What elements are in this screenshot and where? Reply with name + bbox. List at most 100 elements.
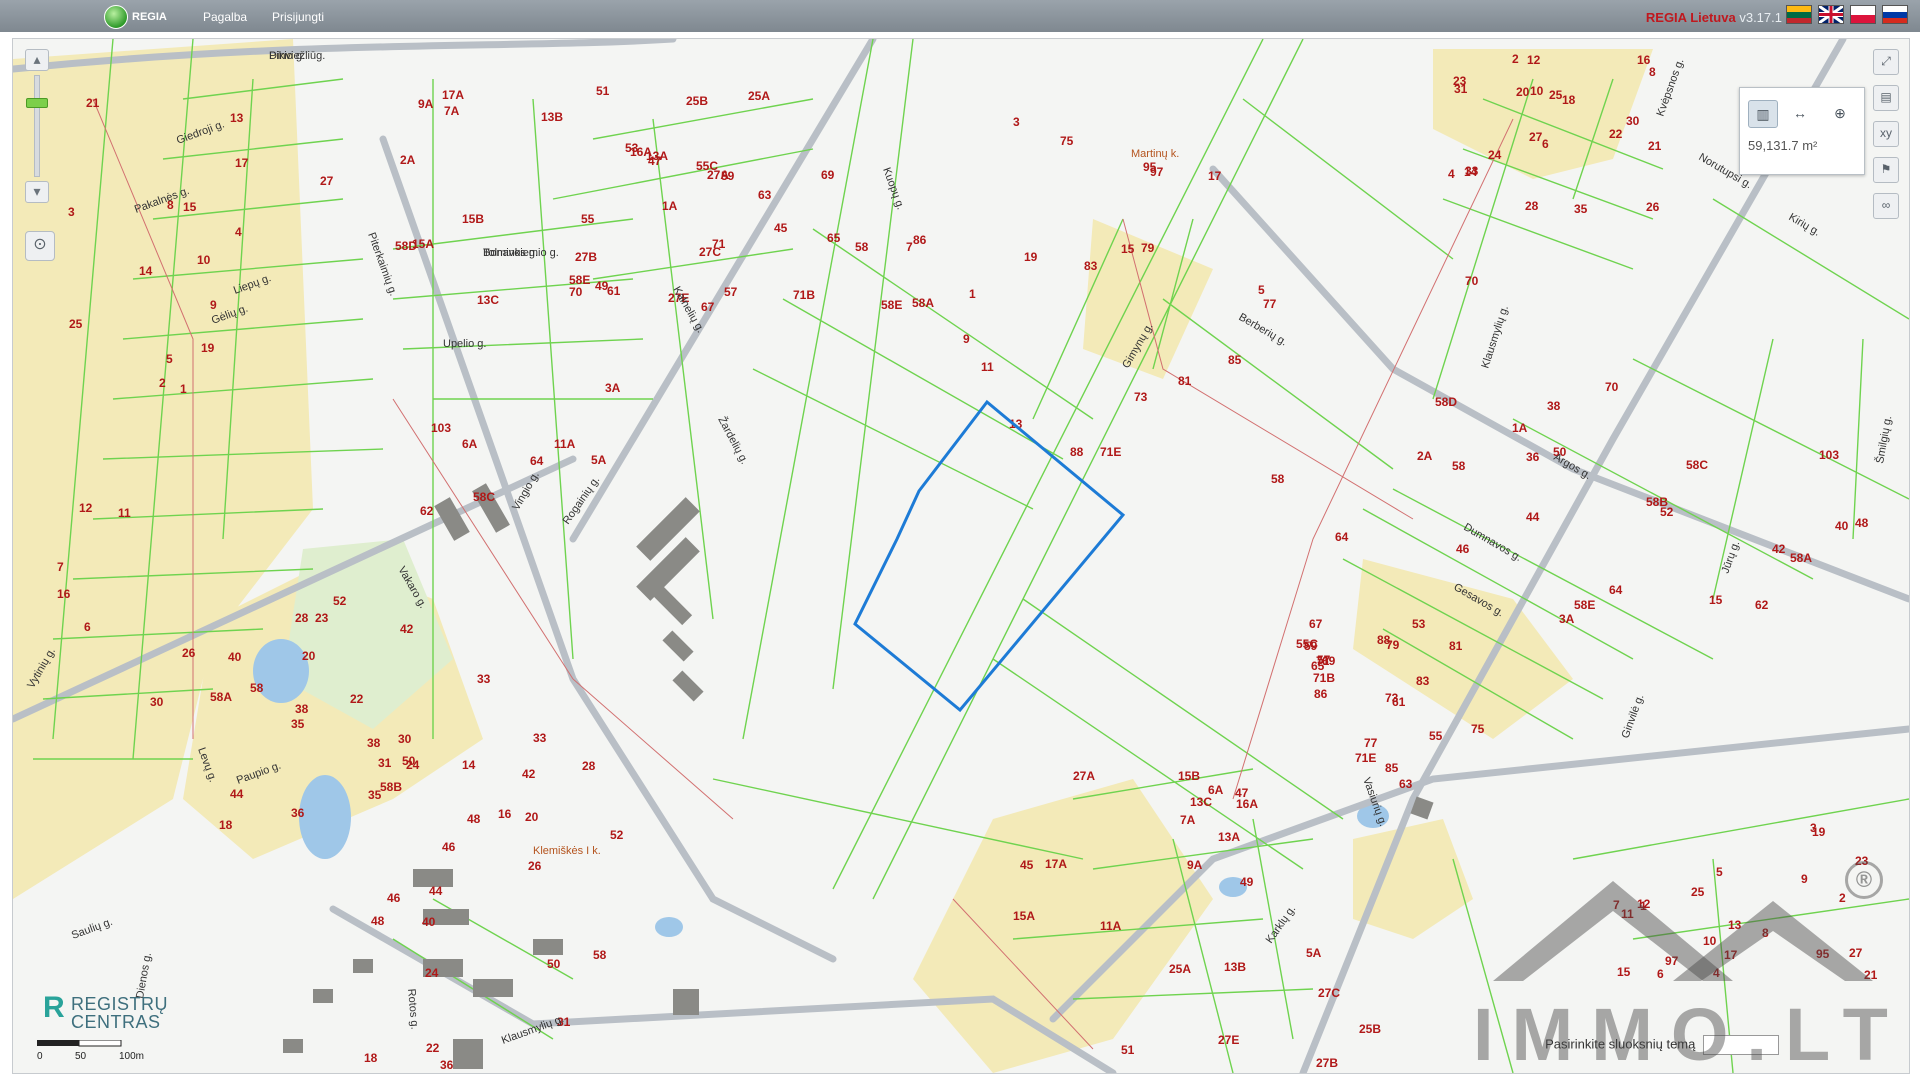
parcel-number: 20 [525,810,539,824]
parcel-number: 13 [230,111,244,125]
parcel-number: 77 [1263,297,1277,311]
zoom-in-button[interactable]: ▴ [25,49,49,71]
parcel-number: 81 [1449,639,1463,653]
street-label: Berberių g. [1237,311,1290,348]
distance-icon: ↔ [1793,105,1807,121]
parcel-number: 58A [210,690,232,704]
parcel-number: 3A [605,381,621,395]
parcel-number: 26 [182,646,196,660]
flag-button[interactable]: ⚑ [1873,157,1899,183]
street-label: Kvėpsnos g. [1655,57,1687,118]
flag-ru-icon[interactable] [1882,5,1908,24]
parcel-number: 85 [1385,761,1399,775]
zoom-slider-handle[interactable] [26,98,48,108]
parcel-number: 103 [431,421,451,435]
regia-logo[interactable]: REGIA [104,5,167,29]
area-icon: ▥ [1756,106,1770,122]
street-label: Argos g. [1552,451,1593,482]
zoom-slider[interactable] [26,75,48,177]
parcel-number: 31 [378,756,392,770]
parcel-number: 8 [1649,65,1656,79]
parcel-number: 35 [1574,202,1588,216]
parcel-number: 42 [400,622,414,636]
street-label: Šmilgių g. [1873,415,1894,465]
parcel-number: 28 [582,759,596,773]
map-canvas[interactable]: 1 3 5 7 9 11 13 15 17 19 21 23 25 27 2 4 6 8 10 12 14 16 18 20 2… [12,38,1910,1074]
parcel-number: 58 [593,948,607,962]
parcel-number: 30 [398,732,412,746]
parcel-number: 15A [1013,909,1035,923]
parcel-number: 3A [1559,612,1575,626]
login-link[interactable]: Prisijungti [272,10,324,24]
parcel-number: 71B [1313,671,1335,685]
parcel-number: 27C [1318,986,1340,1000]
scale-bar: 0 50 100m [37,1039,167,1063]
parcel-number: 1 [969,287,976,301]
measure-distance-button[interactable]: ↔ [1786,100,1814,126]
parcel-number: 7 [57,560,64,574]
parcel-number: 4 [235,225,242,239]
help-link[interactable]: Pagalba [203,10,247,24]
parcel-number: 7 [906,240,913,254]
measure-area-button[interactable]: ▥ [1748,100,1778,128]
parcel-number: 1 [180,382,187,396]
parcel-number: 46 [1456,542,1470,556]
registry-line2: CENTRAS [71,1012,161,1032]
parcel-number: 51 [596,84,610,98]
parcel-number: 19 [201,341,215,355]
parcel-number: 30 [1626,114,1640,128]
locate-button[interactable]: ⊙ [25,231,55,261]
globe-icon [104,5,128,29]
registered-mark: ® [1845,861,1883,899]
parcel-number: 17A [442,88,464,102]
parcel-number: 22 [350,692,364,706]
flag-lt-icon[interactable] [1786,5,1812,24]
place-label: Klemiškės I k. [533,845,601,857]
parcel-number: 13A [1218,830,1240,844]
parcel-number: 45 [1020,858,1034,872]
parcel-number: 25A [1169,962,1191,976]
street-label: Tolminkiemio g. [483,247,559,259]
flag-pl-icon[interactable] [1850,5,1876,24]
parcel-number: 57 [724,285,738,299]
flag-en-icon[interactable] [1818,5,1844,24]
parcel-number: 10 [1530,84,1544,98]
parcel-number: 10 [197,253,211,267]
fullscreen-button[interactable]: ⤢ [1873,49,1899,75]
scale-bar-graphic [37,1039,122,1047]
parcel-number: 11 [118,506,131,520]
parcel-number: 38 [295,702,309,716]
parcel-number: 67 [701,300,715,314]
parcel-number: 38 [367,736,381,750]
parcel-number: 24 [425,966,439,980]
parcel-number: 73 [1385,691,1399,705]
app-version: REGIA Lietuva v3.17.1 [1646,10,1782,25]
xy-button[interactable]: xy [1873,121,1899,147]
parcel-number: 42 [522,767,536,781]
parcel-number: 27B [1316,1056,1338,1070]
parcel-number: 18 [1562,93,1576,107]
parcel-number: 21 [1648,139,1662,153]
parcel-number: 103 [1819,448,1839,462]
measure-icon: ▤ [1880,90,1892,104]
parcel-number: 5 [1258,283,1265,297]
measure-point-button[interactable]: ⊕ [1826,100,1854,126]
parcel-number: 14 [462,758,476,772]
parcel-number: 26 [1646,200,1660,214]
parcel-number: 44 [230,787,244,801]
parcel-number: 12 [79,501,93,515]
zoom-out-button[interactable]: ▾ [25,181,49,203]
parcel-number: 58A [1790,551,1812,565]
measure-button[interactable]: ▤ [1873,85,1899,111]
parcel-number: 58D [1435,395,1457,409]
parcel-number: 83 [1416,674,1430,688]
link-button[interactable]: ∞ [1873,193,1899,219]
parcel-number: 31 [1454,82,1468,96]
parcel-number: 2A [1417,449,1433,463]
parcel-number: 35 [291,717,305,731]
parcel-number: 16 [498,807,512,821]
street-label: Upelio g. [443,338,486,350]
parcel-number: 17 [235,156,249,170]
parcel-number: 25A [748,89,770,103]
parcel-number: 75 [1060,134,1074,148]
